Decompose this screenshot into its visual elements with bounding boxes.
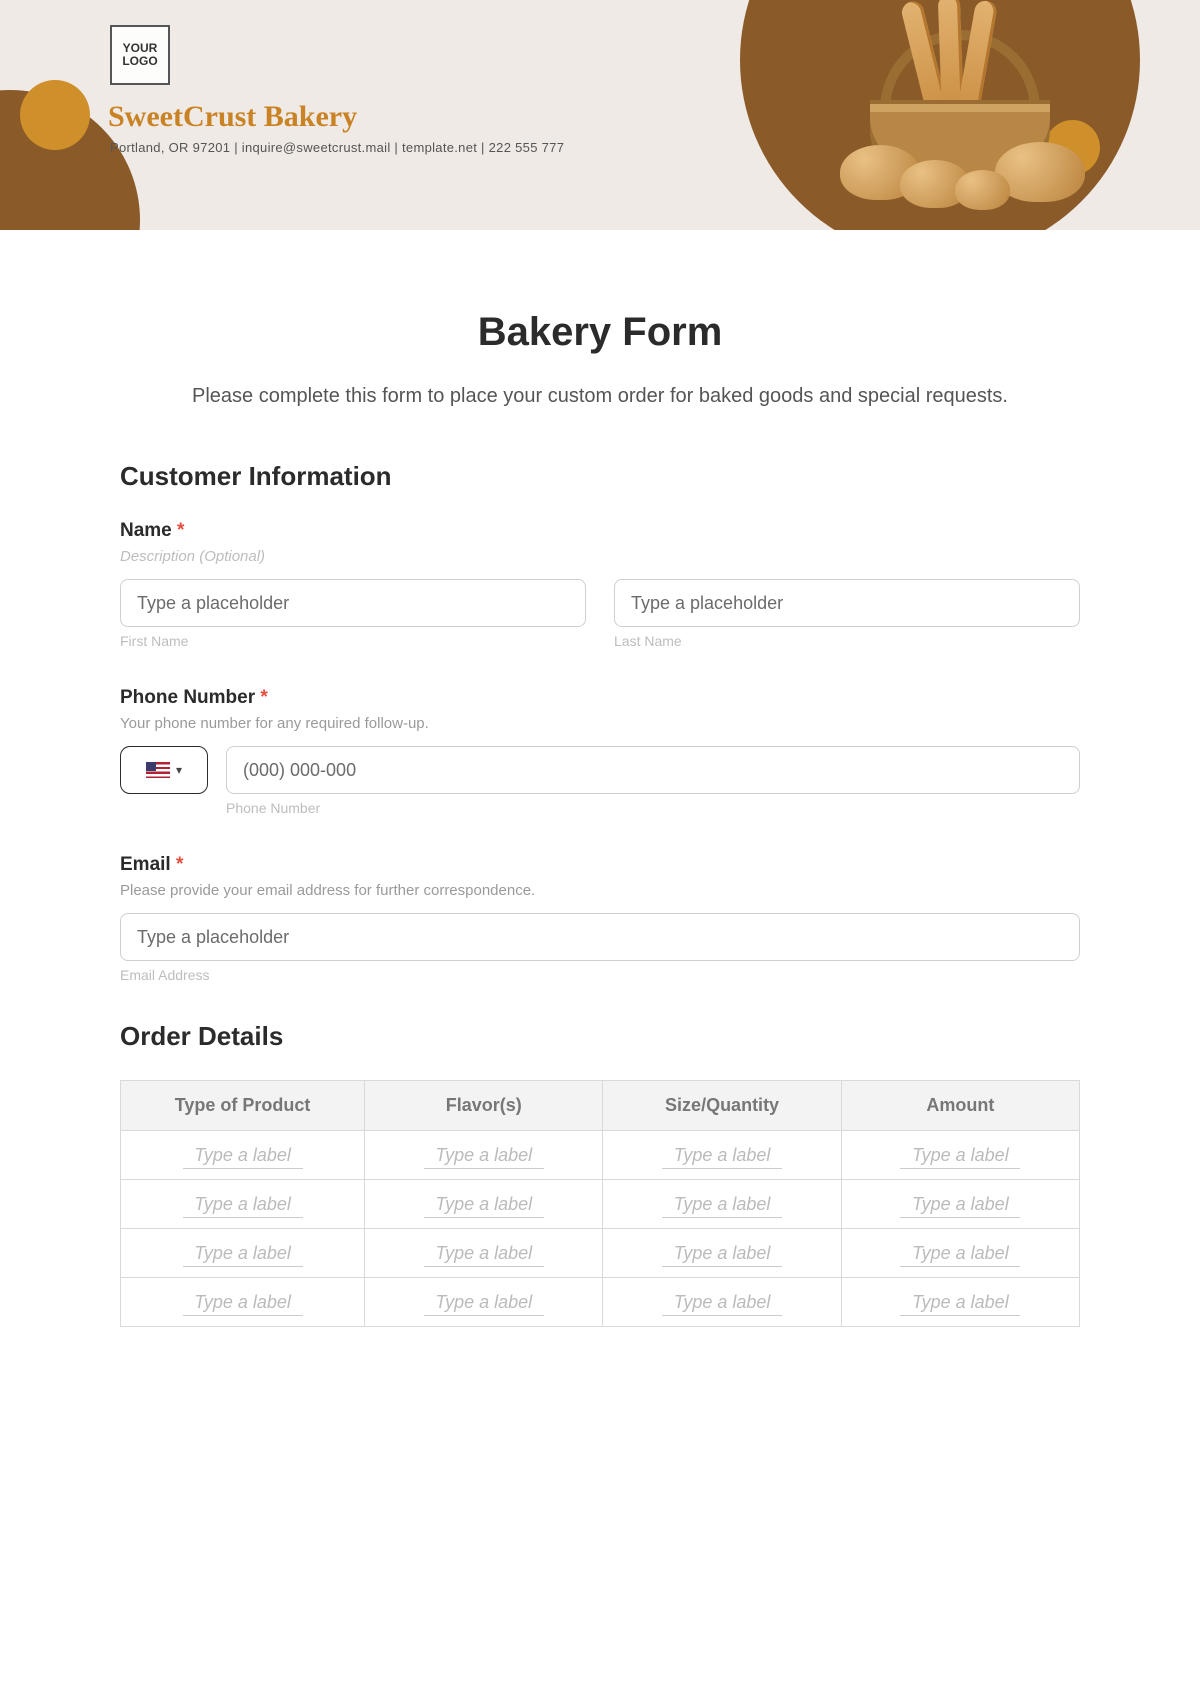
table-cell[interactable]: Type a label [603, 1180, 841, 1229]
email-label: Email * [120, 854, 1080, 876]
cell-placeholder: Type a label [183, 1141, 303, 1169]
cell-placeholder: Type a label [183, 1190, 303, 1218]
table-cell[interactable]: Type a label [841, 1278, 1079, 1327]
last-name-input[interactable] [614, 579, 1080, 627]
name-label: Name * [120, 520, 1080, 542]
table-row: Type a label Type a label Type a label Type… [121, 1131, 1080, 1180]
cell-placeholder: Type a label [424, 1239, 544, 1267]
section-order-details: Order Details [120, 1021, 1080, 1052]
logo-placeholder: YOUR LOGO [110, 25, 170, 85]
name-required-mark: * [177, 520, 184, 541]
col-amount: Amount [841, 1081, 1079, 1131]
col-type: Type of Product [121, 1081, 365, 1131]
table-cell[interactable]: Type a label [603, 1229, 841, 1278]
phone-label: Phone Number * [120, 687, 1080, 709]
cell-placeholder: Type a label [900, 1288, 1020, 1316]
phone-label-text: Phone Number [120, 687, 255, 708]
email-required-mark: * [176, 854, 183, 875]
email-description: Please provide your email address for fu… [120, 882, 1080, 899]
phone-input[interactable] [226, 746, 1080, 794]
cell-placeholder: Type a label [424, 1288, 544, 1316]
first-name-input[interactable] [120, 579, 586, 627]
cell-placeholder: Type a label [900, 1141, 1020, 1169]
table-cell[interactable]: Type a label [841, 1180, 1079, 1229]
country-code-selector[interactable]: ▾ [120, 746, 208, 794]
section-customer-info: Customer Information [120, 461, 1080, 492]
name-description: Description (Optional) [120, 548, 1080, 565]
company-contact-line: Portland, OR 97201 | inquire@sweetcrust.… [110, 140, 564, 155]
table-cell[interactable]: Type a label [121, 1131, 365, 1180]
table-cell[interactable]: Type a label [365, 1278, 603, 1327]
field-phone: Phone Number * Your phone number for any… [120, 687, 1080, 816]
first-name-sublabel: First Name [120, 633, 586, 649]
field-name: Name * Description (Optional) First Name… [120, 520, 1080, 649]
table-row: Type a label Type a label Type a label Type… [121, 1180, 1080, 1229]
last-name-sublabel: Last Name [614, 633, 1080, 649]
table-cell[interactable]: Type a label [121, 1278, 365, 1327]
order-table-header-row: Type of Product Flavor(s) Size/Quantity … [121, 1081, 1080, 1131]
table-cell[interactable]: Type a label [365, 1180, 603, 1229]
field-email: Email * Please provide your email addres… [120, 854, 1080, 983]
col-flavor: Flavor(s) [365, 1081, 603, 1131]
table-row: Type a label Type a label Type a label Type… [121, 1229, 1080, 1278]
company-name: SweetCrust Bakery [108, 100, 357, 134]
email-input[interactable] [120, 913, 1080, 961]
cell-placeholder: Type a label [662, 1190, 782, 1218]
cell-placeholder: Type a label [424, 1141, 544, 1169]
table-cell[interactable]: Type a label [121, 1229, 365, 1278]
cell-placeholder: Type a label [662, 1239, 782, 1267]
header-banner: YOUR LOGO SweetCrust Bakery Portland, OR… [0, 0, 1200, 230]
us-flag-icon [146, 762, 170, 778]
cell-placeholder: Type a label [900, 1190, 1020, 1218]
form-title: Bakery Form [120, 310, 1080, 355]
cell-placeholder: Type a label [662, 1141, 782, 1169]
col-size: Size/Quantity [603, 1081, 841, 1131]
name-label-text: Name [120, 520, 172, 541]
cell-placeholder: Type a label [183, 1239, 303, 1267]
form-body: Bakery Form Please complete this form to… [0, 230, 1200, 1367]
phone-sublabel: Phone Number [226, 800, 1080, 816]
decor-circle-gold-left [20, 80, 90, 150]
cell-placeholder: Type a label [900, 1239, 1020, 1267]
table-cell[interactable]: Type a label [365, 1229, 603, 1278]
phone-description: Your phone number for any required follo… [120, 715, 1080, 732]
email-label-text: Email [120, 854, 171, 875]
table-cell[interactable]: Type a label [121, 1180, 365, 1229]
form-intro: Please complete this form to place your … [190, 381, 1010, 411]
table-row: Type a label Type a label Type a label Type… [121, 1278, 1080, 1327]
cell-placeholder: Type a label [183, 1288, 303, 1316]
table-cell[interactable]: Type a label [841, 1131, 1079, 1180]
logo-text: YOUR LOGO [122, 42, 157, 68]
table-cell[interactable]: Type a label [603, 1278, 841, 1327]
chevron-down-icon: ▾ [176, 763, 182, 777]
table-cell[interactable]: Type a label [841, 1229, 1079, 1278]
table-cell[interactable]: Type a label [603, 1131, 841, 1180]
email-sublabel: Email Address [120, 967, 1080, 983]
order-table: Type of Product Flavor(s) Size/Quantity … [120, 1080, 1080, 1327]
cell-placeholder: Type a label [424, 1190, 544, 1218]
phone-required-mark: * [260, 687, 267, 708]
table-cell[interactable]: Type a label [365, 1131, 603, 1180]
cell-placeholder: Type a label [662, 1288, 782, 1316]
bread-basket-illustration [830, 40, 1090, 210]
